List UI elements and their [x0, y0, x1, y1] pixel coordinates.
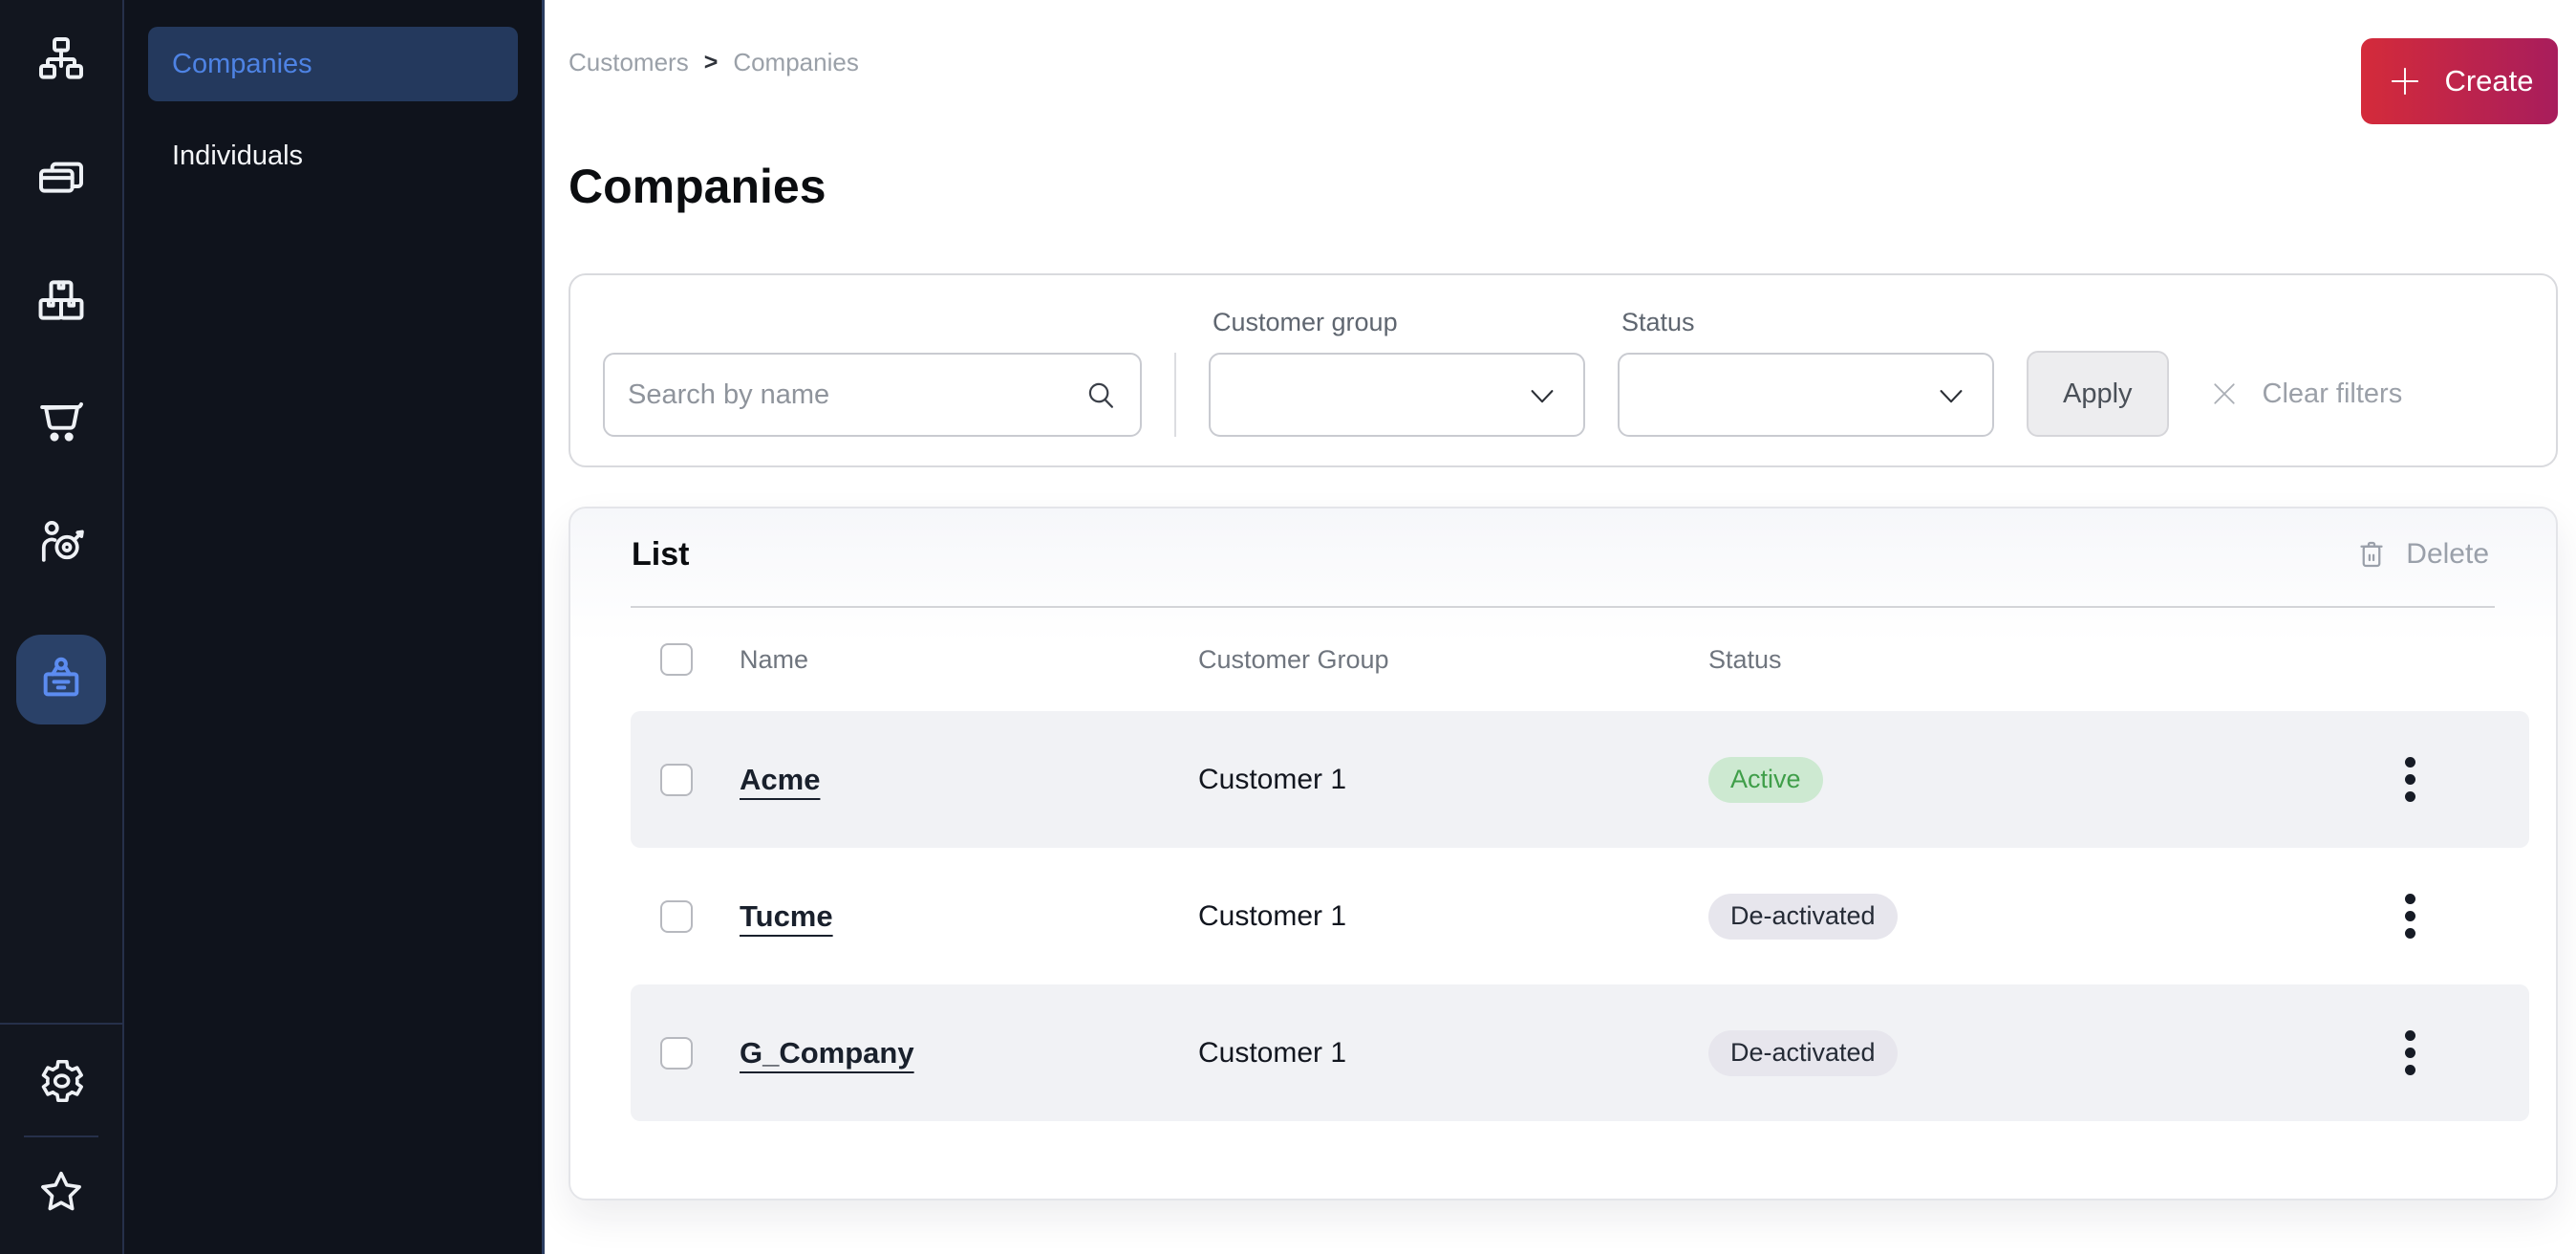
status-select[interactable]	[1618, 353, 1994, 437]
plus-icon	[2385, 61, 2425, 101]
kebab-dot	[2405, 894, 2415, 904]
nav-catalog-button[interactable]	[34, 273, 88, 327]
kebab-dot	[2405, 791, 2415, 802]
row-menu-button[interactable]	[2395, 747, 2425, 811]
table-body: Acme Customer 1 Active Tucme Customer 1 …	[631, 711, 2529, 1121]
status-label: Status	[1618, 308, 1994, 337]
customer-group-select[interactable]	[1209, 353, 1585, 437]
icon-rail	[0, 0, 124, 1254]
secondary-sidebar: Companies Individuals	[124, 0, 545, 1254]
customer-group-cell: Customer 1	[1198, 1037, 1708, 1070]
create-button-label: Create	[2444, 64, 2533, 98]
table-row: Acme Customer 1 Active	[631, 711, 2529, 848]
nav-cart-button[interactable]	[34, 394, 88, 447]
sidebar-item-companies[interactable]: Companies	[148, 27, 518, 101]
row-menu-button[interactable]	[2395, 1021, 2425, 1085]
settings-button[interactable]	[35, 1055, 87, 1107]
trash-icon	[2354, 537, 2389, 572]
status-filter: Status	[1618, 308, 1994, 437]
kebab-dot	[2405, 1048, 2415, 1058]
sidebar-item-label: Individuals	[172, 141, 303, 172]
status-badge: Active	[1708, 757, 1823, 803]
status-badge: De-activated	[1708, 894, 1898, 940]
search-box	[603, 353, 1142, 437]
company-name-link[interactable]: G_Company	[740, 1036, 914, 1070]
kebab-dot	[2405, 774, 2415, 785]
target-person-icon	[34, 514, 88, 568]
customer-group-filter: Customer group	[1209, 308, 1585, 437]
app-root: Companies Individuals Customers > Compan…	[0, 0, 2576, 1254]
filter-bar: Customer group Status Apply Clear filter…	[569, 273, 2558, 467]
icon-rail-top	[0, 0, 122, 724]
nav-customers-button[interactable]	[16, 635, 106, 724]
company-name-link[interactable]: Acme	[740, 763, 820, 797]
rail-divider	[0, 1023, 122, 1025]
company-name-link[interactable]: Tucme	[740, 899, 833, 934]
gear-icon	[35, 1055, 87, 1107]
page-title: Companies	[569, 159, 2558, 214]
icon-rail-bottom	[0, 1023, 122, 1254]
search-input[interactable]	[603, 353, 1142, 437]
status-cell: Active	[1708, 757, 1823, 803]
column-header-name: Name	[740, 645, 1198, 675]
clear-filters-label: Clear filters	[2263, 378, 2403, 410]
chevron-down-icon	[1935, 384, 1967, 409]
kebab-dot	[2405, 1065, 2415, 1075]
breadcrumb: Customers > Companies	[569, 48, 859, 77]
breadcrumb-companies: Companies	[733, 48, 859, 77]
sidebar-item-label: Companies	[172, 49, 312, 80]
row-checkbox[interactable]	[660, 764, 693, 796]
kebab-dot	[2405, 1030, 2415, 1041]
list-header: List Delete	[632, 533, 2495, 575]
sidebar-item-individuals[interactable]: Individuals	[148, 119, 518, 193]
boxes-icon	[34, 273, 88, 327]
favorites-button[interactable]	[35, 1166, 87, 1218]
search-group	[603, 353, 1142, 437]
filter-divider	[1174, 353, 1176, 437]
nav-structure-button[interactable]	[34, 32, 88, 86]
main-content: Customers > Companies Create Companies C…	[545, 0, 2576, 1254]
breadcrumb-customers[interactable]: Customers	[569, 48, 689, 77]
customer-group-label: Customer group	[1209, 308, 1585, 337]
chevron-down-icon	[1526, 384, 1558, 409]
cart-icon	[34, 394, 88, 447]
kebab-dot	[2405, 757, 2415, 768]
create-button[interactable]: Create	[2361, 38, 2558, 124]
cards-icon	[34, 153, 88, 206]
column-header-customer-group: Customer Group	[1198, 645, 1708, 675]
topbar: Customers > Companies Create	[569, 38, 2558, 124]
status-badge: De-activated	[1708, 1030, 1898, 1076]
row-checkbox[interactable]	[660, 1037, 693, 1070]
status-cell: De-activated	[1708, 894, 1898, 940]
select-all-checkbox[interactable]	[660, 643, 693, 676]
row-checkbox[interactable]	[660, 900, 693, 933]
row-menu-button[interactable]	[2395, 884, 2425, 948]
apply-button[interactable]: Apply	[2027, 351, 2169, 437]
sitemap-icon	[34, 32, 88, 86]
column-header-status: Status	[1708, 645, 2381, 675]
customer-group-cell: Customer 1	[1198, 900, 1708, 933]
table-row: G_Company Customer 1 De-activated	[631, 984, 2529, 1121]
table-header-row: Name Customer Group Status	[631, 608, 2529, 711]
clear-filters-button[interactable]: Clear filters	[2201, 376, 2409, 412]
list-title: List	[632, 533, 689, 575]
customer-badge-icon	[34, 653, 88, 706]
close-icon	[2207, 377, 2242, 411]
star-icon	[35, 1166, 87, 1218]
nav-orders-button[interactable]	[34, 153, 88, 206]
customer-group-cell: Customer 1	[1198, 764, 1708, 796]
delete-button[interactable]: Delete	[2349, 536, 2495, 573]
table-row: Tucme Customer 1 De-activated	[631, 848, 2529, 984]
kebab-dot	[2405, 928, 2415, 939]
breadcrumb-separator: >	[704, 49, 719, 76]
delete-button-label: Delete	[2406, 538, 2489, 571]
list-card: List Delete Name Customer Group Status A…	[569, 507, 2558, 1200]
kebab-dot	[2405, 911, 2415, 921]
nav-marketing-button[interactable]	[34, 514, 88, 568]
status-cell: De-activated	[1708, 1030, 1898, 1076]
rail-divider	[24, 1135, 98, 1137]
